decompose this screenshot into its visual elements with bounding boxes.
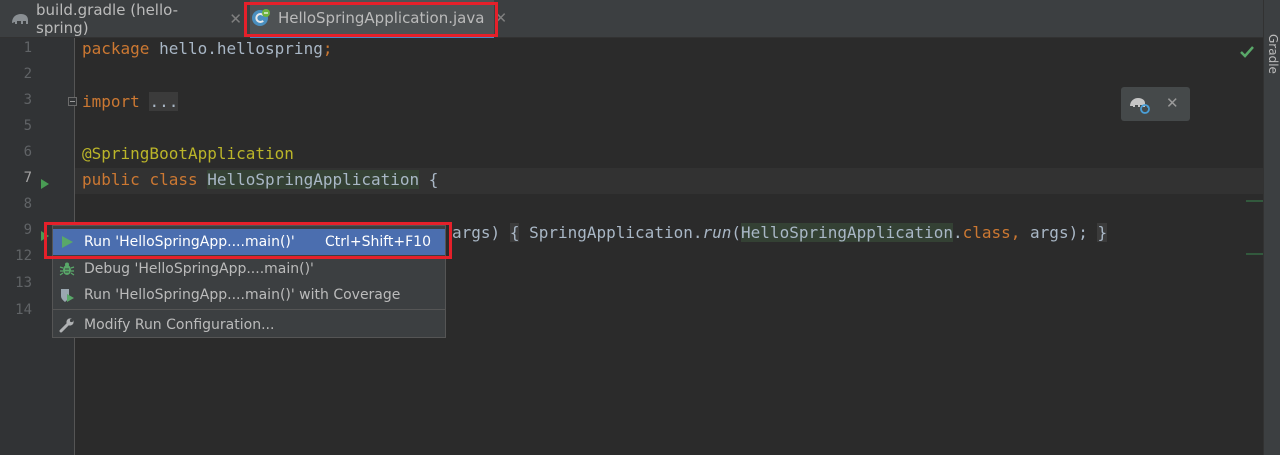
package-name: hello.hellospring [149, 39, 323, 58]
gradle-elephant-icon [10, 11, 30, 27]
menu-item-label: Debug 'HelloSpringApp....main()' [84, 261, 314, 277]
menu-item-run[interactable]: Run 'HelloSpringApp....main()' Ctrl+Shif… [53, 229, 445, 255]
code-line-3: import ... [82, 89, 179, 115]
line-number: 13 [15, 275, 32, 291]
folded-imports[interactable]: ... [149, 92, 179, 111]
comma: , [1010, 223, 1021, 242]
line-number: 6 [23, 144, 32, 160]
fold-toggle-icon[interactable] [68, 97, 77, 106]
tab-label: HelloSpringApplication.java [278, 8, 485, 27]
java-class-icon [250, 7, 272, 29]
close-icon[interactable]: ✕ [494, 9, 507, 27]
line-number: 8 [23, 196, 32, 212]
line-number: 1 [23, 40, 32, 56]
close-icon[interactable]: ✕ [229, 10, 242, 28]
menu-separator [53, 309, 445, 310]
menu-item-shortcut: Ctrl+Shift+F10 [324, 234, 431, 250]
brace: { [419, 170, 439, 189]
line-number: 9 [23, 222, 32, 238]
run-gutter-icon[interactable] [40, 175, 50, 194]
method-name: run [702, 223, 732, 242]
run-context-menu: Run 'HelloSpringApp....main()' Ctrl+Shif… [52, 225, 446, 338]
dot: . [952, 223, 963, 242]
semicolon: ; [322, 39, 333, 58]
menu-item-coverage[interactable]: Run 'HelloSpringApp....main()' with Cove… [53, 282, 445, 308]
menu-item-modify-run-configuration[interactable]: Modify Run Configuration... [53, 312, 445, 338]
class-reference: HelloSpringApplication [741, 223, 953, 242]
params-tail: args) [452, 223, 501, 242]
menu-item-label: Run 'HelloSpringApp....main()' [84, 234, 295, 250]
gradle-reload-icon[interactable] [1129, 94, 1151, 118]
gradle-toolwindow-button[interactable]: Gradle [1266, 34, 1280, 74]
tab-hello-spring-application[interactable]: HelloSpringApplication.java ✕ [250, 0, 507, 38]
close-icon[interactable]: ✕ [1166, 94, 1179, 112]
menu-item-debug[interactable]: Debug 'HelloSpringApp....main()' [53, 256, 445, 282]
call-owner: SpringApplication. [519, 223, 703, 242]
line-number: 3 [23, 92, 32, 108]
code-line-7: public class HelloSpringApplication { [82, 167, 438, 193]
annotation: @SpringBootApplication [82, 144, 294, 163]
args: args); [1020, 223, 1088, 242]
paren: ( [731, 223, 742, 242]
scrollbar-marker [1246, 200, 1263, 202]
line-number: 12 [15, 248, 32, 264]
wrench-icon [59, 317, 75, 333]
menu-item-label: Run 'HelloSpringApp....main()' with Cove… [84, 287, 401, 303]
tab-label: build.gradle (hello-spring) [36, 1, 179, 37]
class-name: HelloSpringApplication [207, 170, 420, 189]
run-gutter-icon[interactable] [40, 227, 50, 246]
run-icon [59, 234, 75, 250]
tab-build-gradle[interactable]: build.gradle (hello-spring) ✕ [10, 0, 242, 38]
debug-icon [59, 261, 75, 277]
code-line-1: package hello.hellospring; [82, 36, 332, 62]
coverage-icon [59, 287, 75, 303]
code-line-6: @SpringBootApplication [82, 141, 294, 167]
menu-item-label: Modify Run Configuration... [84, 317, 275, 333]
keyword: class [962, 223, 1011, 242]
code-line-9: args) { SpringApplication.run(HelloSprin… [452, 220, 1108, 246]
gradle-reload-popup: ✕ [1121, 87, 1190, 121]
line-number: 2 [23, 66, 32, 82]
line-number: 5 [23, 118, 32, 134]
editor-tab-bar: build.gradle (hello-spring) ✕ HelloSprin… [0, 0, 1263, 38]
folded-brace: { [509, 223, 520, 242]
keyword: import [82, 92, 140, 111]
keyword: class [149, 170, 198, 189]
keyword: public [82, 170, 140, 189]
folded-brace: } [1097, 223, 1108, 242]
right-toolwindow-strip: Gradle [1263, 0, 1280, 455]
line-number: 14 [15, 302, 32, 318]
keyword: package [82, 39, 150, 58]
checkmark-icon[interactable] [1239, 44, 1255, 64]
scrollbar-marker [1246, 253, 1263, 255]
line-number: 7 [23, 170, 32, 186]
